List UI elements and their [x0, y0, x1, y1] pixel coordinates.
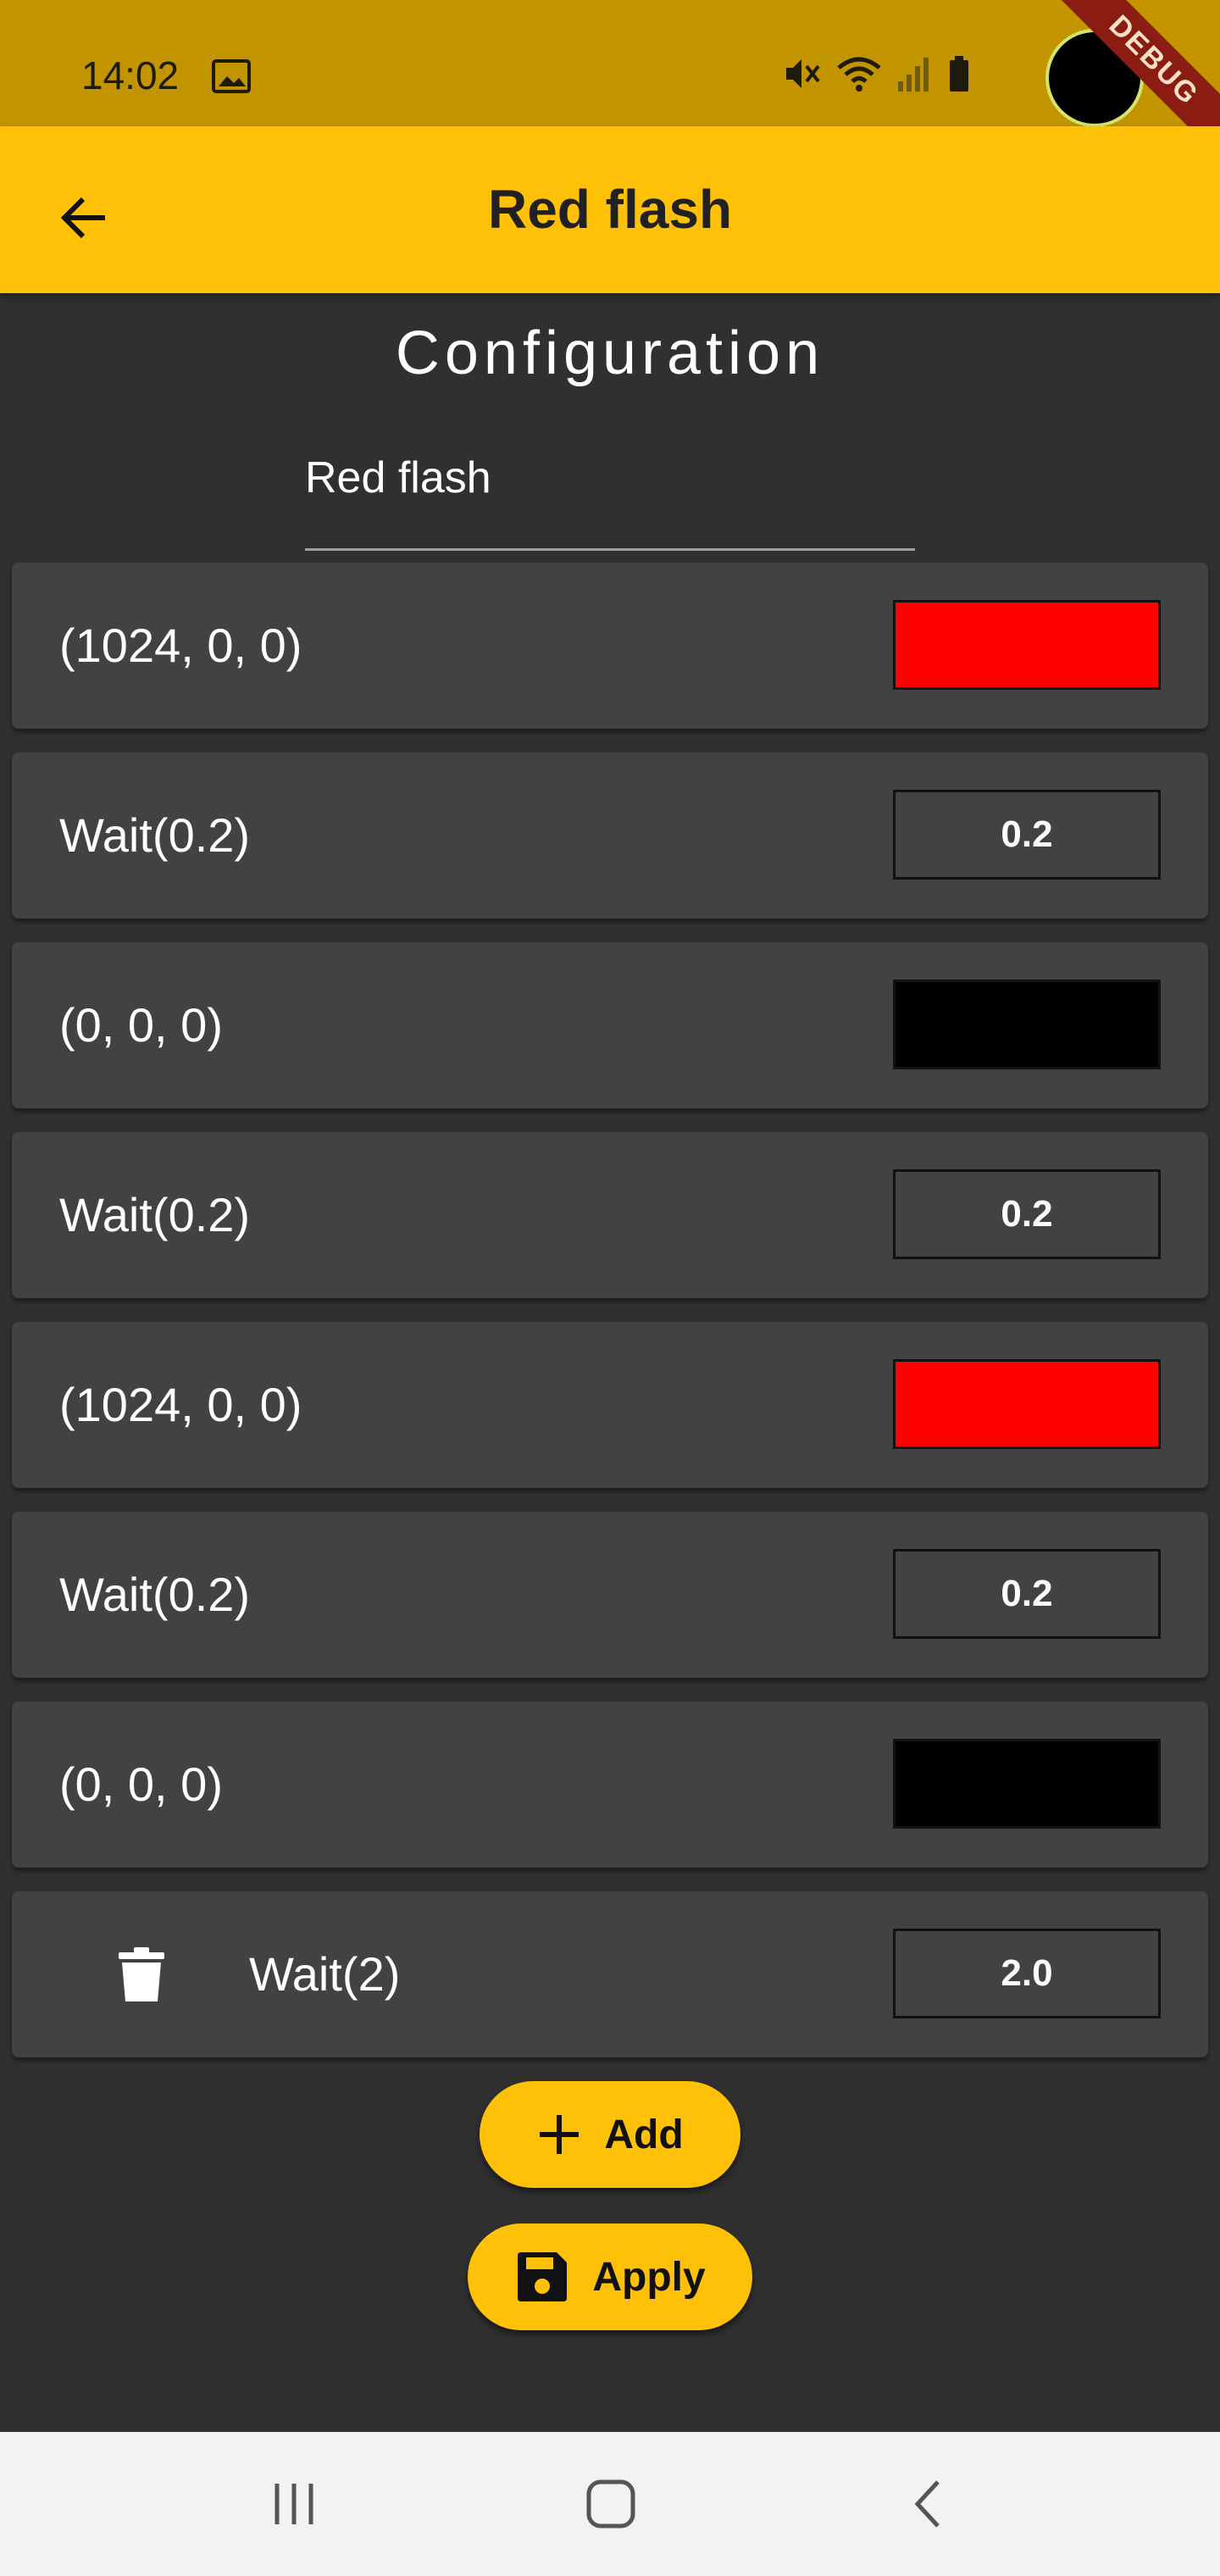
- home-button[interactable]: [573, 2470, 649, 2538]
- name-input[interactable]: [305, 452, 915, 503]
- system-back-button[interactable]: [890, 2470, 966, 2538]
- step-card[interactable]: (0, 0, 0): [12, 942, 1208, 1108]
- step-card[interactable]: (1024, 0, 0): [12, 563, 1208, 729]
- step-card[interactable]: Wait(0.2) 0.2: [12, 752, 1208, 919]
- step-label: Wait(0.2): [59, 1568, 251, 1621]
- add-button-label: Add: [604, 2112, 684, 2157]
- arrow-left-icon: [60, 197, 105, 239]
- add-button[interactable]: Add: [480, 2081, 740, 2188]
- page-title: Red flash: [487, 179, 733, 240]
- recent-apps-icon: [274, 2484, 313, 2524]
- step-label: (0, 0, 0): [59, 1757, 223, 1811]
- step-label: Wait(2): [249, 1947, 401, 2001]
- step-label: Wait(0.2): [59, 808, 251, 862]
- back-button[interactable]: [44, 177, 125, 258]
- wait-value-field[interactable]: 0.2: [893, 1169, 1161, 1259]
- wait-value-field[interactable]: 2.0: [893, 1929, 1161, 2018]
- section-title: Configuration: [395, 319, 825, 387]
- status-time: 14:02: [81, 53, 180, 97]
- apply-button-label: Apply: [592, 2254, 706, 2300]
- chevron-left-icon: [914, 2480, 940, 2528]
- color-swatch[interactable]: [893, 1359, 1161, 1449]
- step-label: Wait(0.2): [59, 1188, 251, 1241]
- battery-icon: [947, 54, 971, 97]
- step-card[interactable]: Wait(0.2) 0.2: [12, 1132, 1208, 1298]
- home-icon: [586, 2479, 635, 2529]
- step-label: (0, 0, 0): [59, 998, 223, 1052]
- status-bar: 14:02 DEBUG: [0, 0, 1220, 126]
- plus-icon: [540, 2115, 580, 2154]
- step-label: (1024, 0, 0): [59, 1378, 302, 1431]
- image-icon: [212, 59, 251, 97]
- mute-icon: [781, 54, 822, 97]
- signal-icon: [896, 54, 934, 97]
- app-bar: Red flash: [0, 126, 1220, 293]
- step-card[interactable]: (0, 0, 0): [12, 1702, 1208, 1868]
- apply-button[interactable]: Apply: [468, 2223, 752, 2330]
- trash-icon: [119, 1947, 164, 2001]
- step-card[interactable]: Wait(0.2) 0.2: [12, 1512, 1208, 1678]
- wait-value-field[interactable]: 0.2: [893, 1549, 1161, 1639]
- wifi-icon: [835, 54, 883, 97]
- recent-apps-button[interactable]: [256, 2470, 332, 2538]
- color-swatch[interactable]: [893, 1739, 1161, 1829]
- wait-value-field[interactable]: 0.2: [893, 790, 1161, 880]
- system-nav-bar: [0, 2432, 1220, 2576]
- color-swatch[interactable]: [893, 980, 1161, 1069]
- step-card[interactable]: (1024, 0, 0): [12, 1322, 1208, 1488]
- save-icon: [518, 2252, 568, 2301]
- delete-button[interactable]: [117, 1946, 166, 2007]
- color-swatch[interactable]: [893, 600, 1161, 690]
- step-label: (1024, 0, 0): [59, 619, 302, 672]
- name-field[interactable]: [305, 441, 915, 551]
- step-card[interactable]: Wait(2) 2.0: [12, 1891, 1208, 2057]
